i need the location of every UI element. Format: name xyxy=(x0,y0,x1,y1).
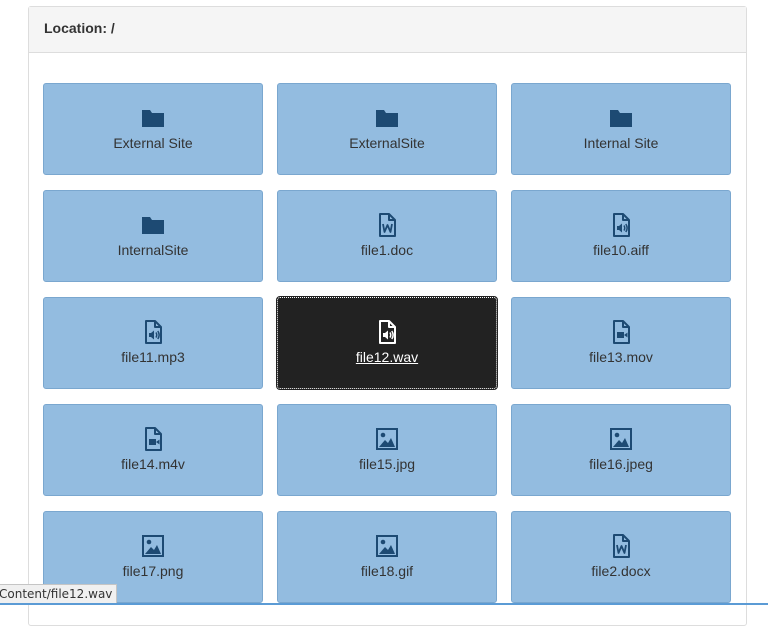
file-tile[interactable]: file11.mp3 xyxy=(43,297,263,389)
folder-icon xyxy=(140,105,166,131)
audio-file-icon xyxy=(374,319,400,345)
file-tile[interactable]: file13.mov xyxy=(511,297,731,389)
word-file-icon xyxy=(608,533,634,559)
folder-tile[interactable]: ExternalSite xyxy=(277,83,497,175)
image-file-icon xyxy=(140,533,166,559)
file-tile[interactable]: file14.m4v xyxy=(43,404,263,496)
folder-icon xyxy=(608,105,634,131)
file-tile[interactable]: file10.aiff xyxy=(511,190,731,282)
folder-tile[interactable]: Internal Site xyxy=(511,83,731,175)
tile-name: file18.gif xyxy=(360,563,414,579)
tile-name: file15.jpg xyxy=(358,456,416,472)
tile-name: file2.docx xyxy=(591,563,651,579)
video-file-icon xyxy=(608,319,634,345)
tile-name: Internal Site xyxy=(583,135,659,151)
tile-name: file11.mp3 xyxy=(121,349,185,365)
file-tile[interactable]: file12.wav xyxy=(276,296,498,390)
location-header: Location: / xyxy=(29,7,746,53)
folder-icon xyxy=(374,105,400,131)
audio-file-icon xyxy=(608,212,634,238)
word-file-icon xyxy=(374,212,400,238)
audio-file-icon xyxy=(140,319,166,345)
file-tile[interactable]: file18.gif xyxy=(277,511,497,603)
file-tile[interactable]: file1.doc xyxy=(277,190,497,282)
folder-icon xyxy=(140,212,166,238)
tile-name: ExternalSite xyxy=(349,135,425,151)
file-grid: External Site ExternalSite Internal Site In… xyxy=(43,83,731,603)
tile-name: file1.doc xyxy=(360,242,414,258)
video-file-icon xyxy=(140,426,166,452)
tile-name: file12.wav xyxy=(355,349,419,365)
image-file-icon xyxy=(374,533,400,559)
file-tile[interactable]: file15.jpg xyxy=(277,404,497,496)
file-tile[interactable]: file16.jpeg xyxy=(511,404,731,496)
status-url: Content/file12.wav xyxy=(0,587,113,601)
folder-tile[interactable]: External Site xyxy=(43,83,263,175)
image-file-icon xyxy=(608,426,634,452)
status-bar: Content/file12.wav xyxy=(0,584,118,604)
location-label: Location: xyxy=(44,20,107,36)
file-tile[interactable]: file2.docx xyxy=(511,511,731,603)
tile-name: file17.png xyxy=(122,563,184,579)
location-path: / xyxy=(110,20,115,36)
tile-name: file16.jpeg xyxy=(589,456,653,472)
tile-name: file13.mov xyxy=(589,349,653,365)
image-file-icon xyxy=(374,426,400,452)
tile-name: External Site xyxy=(113,135,193,151)
tile-name: file14.m4v xyxy=(121,456,185,472)
tile-name: file10.aiff xyxy=(593,242,649,258)
folder-tile[interactable]: InternalSite xyxy=(43,190,263,282)
tile-name: InternalSite xyxy=(117,242,189,258)
